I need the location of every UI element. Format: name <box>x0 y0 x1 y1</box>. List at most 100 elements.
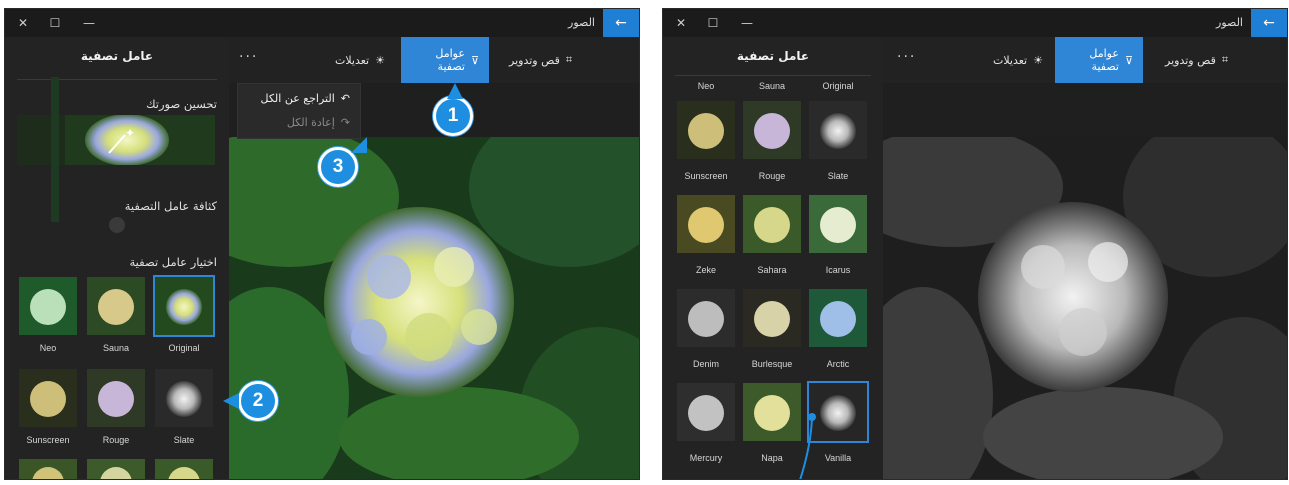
filter-panel: عامل تصفية Original Sauna Neo Slate Roug… <box>663 37 883 479</box>
minimize-icon[interactable]: — <box>75 9 103 37</box>
filter-thumb-denim[interactable] <box>675 287 737 349</box>
filter-thumb-mercury[interactable] <box>675 381 737 443</box>
back-arrow-icon[interactable]: ← <box>1251 9 1287 37</box>
photos-window-filter-list: ✕ ☐ — الصور ← عامل تصفية Original Sauna … <box>662 8 1288 480</box>
filter-thumb-sunscreen[interactable] <box>675 99 737 161</box>
title-bar: ✕ ☐ — الصور ← <box>663 9 1287 37</box>
filter-thumb-neo[interactable] <box>17 275 79 337</box>
thumb-label: Mercury <box>689 453 723 463</box>
divider <box>675 75 871 76</box>
filter-thumb-sunscreen[interactable] <box>17 367 79 429</box>
filter-thumb-zeke[interactable] <box>675 193 737 255</box>
thumb-image <box>677 383 735 441</box>
tab-adjustments[interactable]: ☀ تعديلات <box>983 37 1053 83</box>
tab-filters[interactable]: ⊽ عوامل تصفية <box>1055 37 1143 83</box>
filter-thumb-slate[interactable] <box>807 99 869 161</box>
filter-thumb-rouge[interactable] <box>741 99 803 161</box>
intensity-track <box>51 77 59 222</box>
back-arrow-icon[interactable]: ← <box>603 9 639 37</box>
thumb-image <box>19 459 77 479</box>
filter-thumb-original[interactable] <box>153 275 215 337</box>
tab-label: عوامل تصفية <box>435 47 465 73</box>
callout-pointer-line <box>799 413 816 479</box>
more-icon[interactable]: ··· <box>239 49 258 65</box>
more-icon[interactable]: ··· <box>897 49 916 65</box>
thumb-label: Sunscreen <box>684 171 728 181</box>
thumb-image <box>677 101 735 159</box>
edit-toolbar: ··· ☀ تعديلات ⊽ عوامل تصفية ⌗ قص وتدوير <box>229 37 639 83</box>
thumb-image <box>87 277 145 335</box>
tab-filters[interactable]: ⊽ عوامل تصفية <box>401 37 489 83</box>
thumb-label: Sauna <box>102 343 130 353</box>
svg-text:✦: ✦ <box>125 126 135 140</box>
thumb-label: Neo <box>697 81 715 91</box>
filter-thumb[interactable] <box>17 457 79 479</box>
tab-label: عوامل تصفية <box>1089 47 1119 73</box>
tab-adjustments[interactable]: ☀ تعديلات <box>325 37 395 83</box>
thumb-label: Slate <box>173 435 195 445</box>
enhance-toggle[interactable]: ✦ <box>17 115 215 165</box>
filter-panel: عامل تصفية تحسين صورتك ✦ كثافة عامل التص… <box>5 37 229 479</box>
thumb-label: Burlesque <box>751 359 793 369</box>
maximize-icon[interactable]: ☐ <box>41 9 69 37</box>
thumb-label: Icarus <box>825 265 851 275</box>
sun-icon: ☀ <box>375 53 385 67</box>
filter-icon: ⊽ <box>1124 53 1133 67</box>
intensity-slider-thumb[interactable] <box>109 217 125 233</box>
callout-pointer <box>223 393 239 409</box>
photos-window-filters: ✕ ☐ — الصور ← عامل تصفية تحسين صورتك ✦ ك… <box>4 8 640 480</box>
tab-crop-rotate[interactable]: ⌗ قص وتدوير <box>499 37 582 83</box>
thumb-label: Sunscreen <box>26 435 70 445</box>
thumb-image <box>87 459 145 479</box>
close-icon[interactable]: ✕ <box>667 9 695 37</box>
thumb-label: Sauna <box>758 81 786 91</box>
thumb-image <box>19 277 77 335</box>
enhance-preview: ✦ <box>17 115 215 165</box>
filter-thumb-arctic[interactable] <box>807 287 869 349</box>
tab-label: قص وتدوير <box>509 53 560 67</box>
filter-thumb-sahara[interactable] <box>741 193 803 255</box>
maximize-icon[interactable]: ☐ <box>699 9 727 37</box>
minimize-icon[interactable]: — <box>733 9 761 37</box>
tab-crop-rotate[interactable]: ⌗ قص وتدوير <box>1155 37 1238 83</box>
sun-icon: ☀ <box>1033 53 1043 67</box>
thumb-image <box>809 195 867 253</box>
filter-icon: ⊽ <box>470 53 479 67</box>
undo-all-item[interactable]: ↶ التراجع عن الكل <box>261 92 350 105</box>
thumb-image <box>677 195 735 253</box>
edit-toolbar: ··· ☀ تعديلات ⊽ عوامل تصفية ⌗ قص وتدوير <box>883 37 1287 83</box>
thumb-label: Original <box>168 343 200 353</box>
filter-thumb[interactable] <box>85 457 147 479</box>
panel-title: عامل تصفية <box>736 49 810 63</box>
thumb-label: Rouge <box>758 171 786 181</box>
thumb-image <box>87 369 145 427</box>
tab-label: تعديلات <box>993 53 1028 67</box>
app-title: الصور <box>568 16 595 29</box>
close-icon[interactable]: ✕ <box>9 9 37 37</box>
tab-label: تعديلات <box>335 53 370 67</box>
enhance-label: تحسين صورتك <box>146 97 217 111</box>
redo-all-label: إعادة الكل <box>286 116 335 129</box>
filter-thumb-rouge[interactable] <box>85 367 147 429</box>
choose-filter-label: اختيار عامل تصفية <box>129 255 217 269</box>
app-title: الصور <box>1216 16 1243 29</box>
callout-badge: 1 <box>433 96 473 136</box>
filter-thumb-burlesque[interactable] <box>741 287 803 349</box>
thumb-label: Denim <box>692 359 719 369</box>
divider <box>17 79 217 80</box>
undo-all-label: التراجع عن الكل <box>260 92 335 105</box>
redo-all-item[interactable]: ↷ إعادة الكل <box>287 116 350 129</box>
thumb-label: Sahara <box>757 265 787 275</box>
photo-canvas <box>883 137 1287 479</box>
undo-menu: ↶ التراجع عن الكل ↷ إعادة الكل <box>237 83 361 139</box>
thumb-image <box>809 289 867 347</box>
intensity-label: كثافة عامل التصفية <box>124 199 217 213</box>
thumb-label: Slate <box>827 171 849 181</box>
filter-thumb[interactable] <box>153 457 215 479</box>
thumb-image <box>743 195 801 253</box>
filter-thumb-icarus[interactable] <box>807 193 869 255</box>
crop-icon: ⌗ <box>565 53 573 66</box>
thumb-label: Rouge <box>102 435 130 445</box>
filter-thumb-sauna[interactable] <box>85 275 147 337</box>
filter-thumb-slate[interactable] <box>153 367 215 429</box>
